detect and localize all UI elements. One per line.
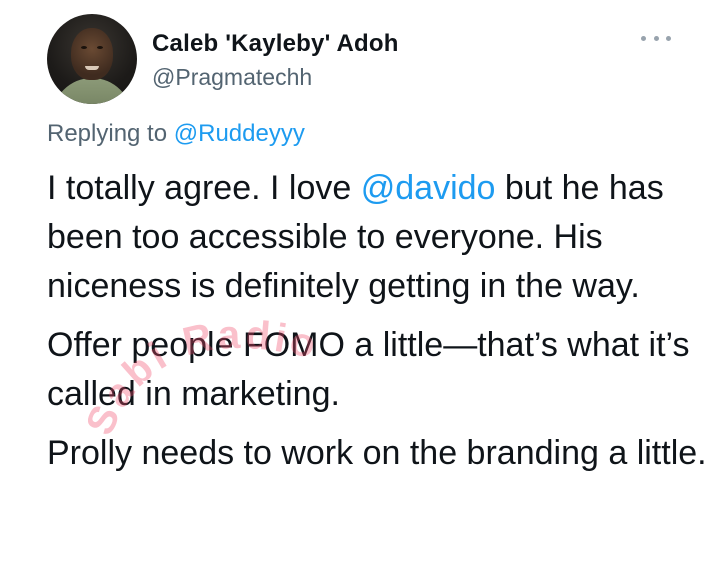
- avatar-mouth: [85, 66, 99, 70]
- ellipsis-icon[interactable]: [641, 30, 671, 46]
- tweet-paragraph-1: I totally agree. I love @davido but he h…: [47, 164, 707, 311]
- mention-link-davido[interactable]: @davido: [361, 169, 496, 207]
- tweet-text-segment: I totally agree. I love: [47, 169, 361, 207]
- replying-to-label: Replying to: [47, 120, 174, 147]
- replying-to-line: Replying to @Ruddeyyy: [47, 120, 305, 148]
- avatar-face: [71, 28, 113, 80]
- author-handle[interactable]: @Pragmatechh: [152, 64, 312, 91]
- author-display-name[interactable]: Caleb 'Kayleby' Adoh: [152, 30, 399, 58]
- ellipsis-dot: [666, 35, 671, 41]
- tweet-text: I totally agree. I love @davido but he h…: [47, 164, 707, 478]
- avatar-eye-right: [97, 46, 103, 49]
- ellipsis-dot: [653, 35, 659, 41]
- tweet-paragraph-3: Prolly needs to work on the branding a l…: [47, 434, 707, 472]
- ellipsis-dot: [641, 35, 646, 41]
- reply-mention-link[interactable]: @Ruddeyyy: [174, 120, 305, 147]
- tweet-paragraph-2: Offer people FOMO a little—that’s what i…: [47, 326, 690, 413]
- avatar-eye-left: [81, 46, 87, 49]
- avatar-shirt: [52, 78, 132, 104]
- tweet-card: Caleb 'Kayleby' Adoh @Pragmatechh Replyi…: [0, 0, 720, 580]
- author-avatar[interactable]: [47, 14, 137, 104]
